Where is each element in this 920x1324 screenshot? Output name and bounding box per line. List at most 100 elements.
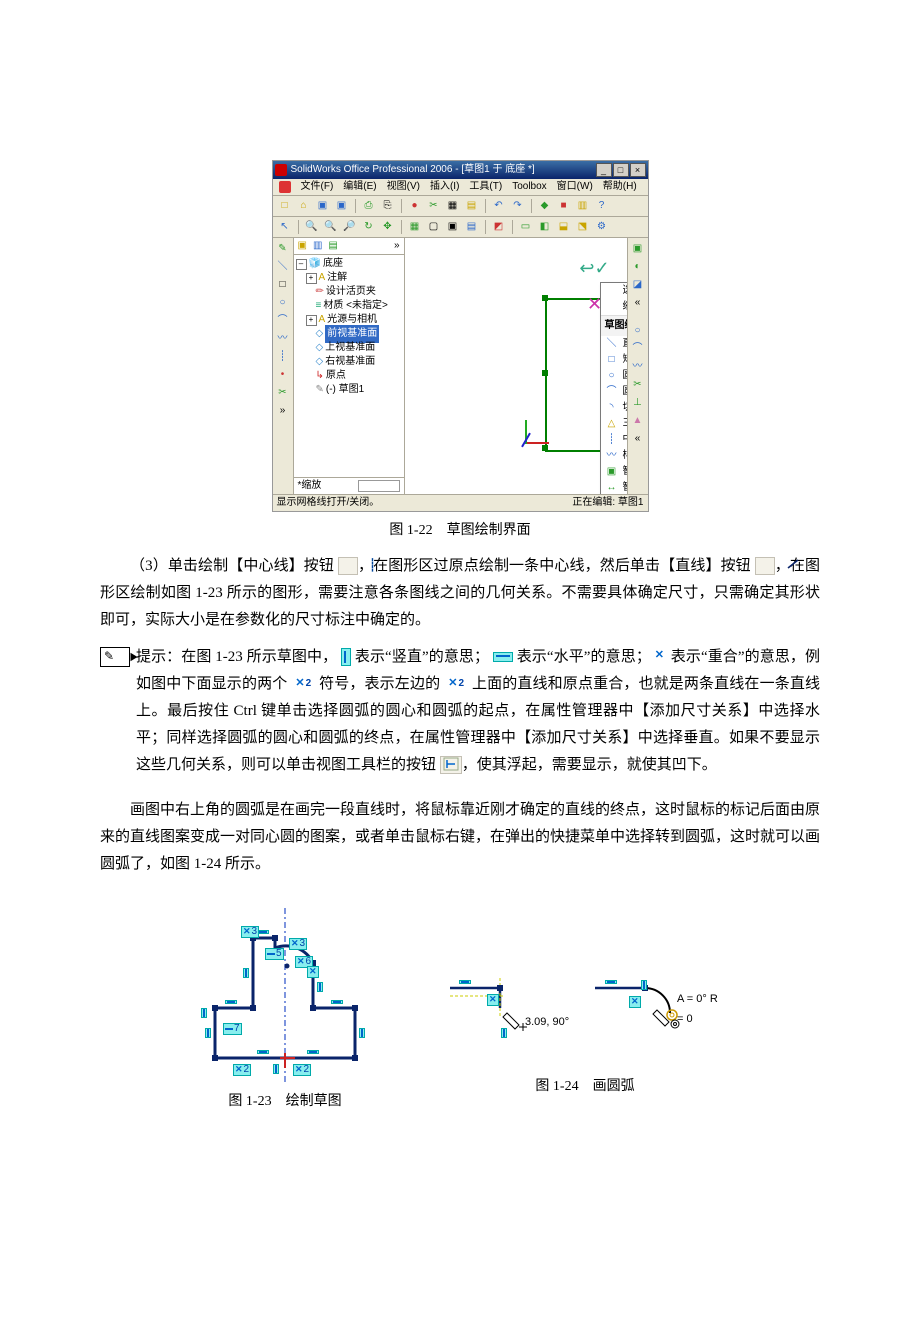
tab-feature-icon[interactable]: ▣ [298, 237, 307, 255]
figure-1-24-col: 3.09, 90° A = 0° R = 0 图 1-24 画圆弧 [445, 908, 725, 1124]
ctx-tangent-arc[interactable]: ◝切线弧(I) [601, 400, 627, 416]
rect-icon[interactable]: □ [276, 278, 290, 292]
more-icon[interactable]: » [276, 404, 290, 418]
ctx-circle[interactable]: ○圆(C) [601, 368, 627, 384]
arc-icon[interactable]: ⌒ [276, 314, 290, 328]
tab-expand-icon[interactable]: » [394, 237, 400, 255]
stop-icon[interactable]: ■ [556, 198, 572, 214]
view-normal-icon[interactable]: ⬓ [556, 219, 572, 235]
redo-icon[interactable]: ↷ [510, 198, 526, 214]
wire-icon[interactable]: ▦ [407, 219, 423, 235]
r-more-icon[interactable]: « [631, 296, 645, 310]
menu-insert[interactable]: 插入(I) [430, 178, 459, 196]
menu-help[interactable]: 帮助(H) [603, 178, 637, 196]
ctx-rect[interactable]: □矩形 [601, 352, 627, 368]
coincident2-symbol-icon [291, 677, 315, 691]
tab-prop-icon[interactable]: ▤ [328, 237, 337, 255]
r-more2-icon[interactable]: « [631, 432, 645, 446]
tree-sketch1[interactable]: (-) 草图1 [326, 381, 364, 399]
close-button[interactable]: × [630, 163, 646, 177]
tip-1e: 符号，表示左边的 [315, 676, 440, 692]
filter-input[interactable] [358, 480, 400, 492]
ctx-line[interactable]: ＼直线(L) [601, 336, 627, 352]
ref-icon[interactable]: ◆ [537, 198, 553, 214]
r-circle-icon[interactable]: ○ [631, 324, 645, 338]
ctx-smart-ent[interactable]: ▣智能实体(N) [601, 464, 627, 480]
ctx-zoom[interactable]: 缩放/平移/旋转▸ [601, 299, 627, 315]
shadow-icon[interactable]: ▤ [464, 219, 480, 235]
zoom-in-icon[interactable]: 🔎 [342, 219, 358, 235]
minimize-button[interactable]: _ [596, 163, 612, 177]
menu-view[interactable]: 视图(V) [387, 178, 420, 196]
node-tl[interactable] [542, 295, 548, 301]
cut-icon[interactable]: ✂ [426, 198, 442, 214]
circle-icon[interactable]: ○ [276, 296, 290, 310]
ctx-3pt-arc[interactable]: △三点圆弧 [601, 416, 627, 432]
tip-label: 提示： [136, 649, 181, 665]
select-icon[interactable]: ↖ [277, 219, 293, 235]
ctx-select-other[interactable]: 选择其它 (C) [601, 283, 627, 299]
maximize-button[interactable]: □ [613, 163, 629, 177]
horizontal-symbol-icon [493, 652, 513, 662]
centerline-icon[interactable]: ┊ [276, 350, 290, 364]
new-icon[interactable]: □ [277, 198, 293, 214]
node-ml[interactable] [542, 370, 548, 376]
help-icon[interactable]: ? [594, 198, 610, 214]
r-revolve-icon[interactable]: ◐ [631, 260, 645, 274]
menu-edit[interactable]: 编辑(E) [343, 178, 376, 196]
menu-window[interactable]: 窗口(W) [557, 178, 593, 196]
hlr-icon[interactable]: ▢ [426, 219, 442, 235]
r-extrude-icon[interactable]: ▣ [631, 242, 645, 256]
saveall-icon[interactable]: ▣ [334, 198, 350, 214]
menu-file[interactable]: 文件(F) [301, 178, 334, 196]
rotate-icon[interactable]: ↻ [361, 219, 377, 235]
print-icon[interactable]: ⎙ [361, 198, 377, 214]
ctx-arc-csf[interactable]: ⌒圆心/起/终点画弧(A) [601, 384, 627, 400]
graphics-area[interactable]: ↩✓ ✕ 选择其它 (C) 缩放/平移/旋转▸ 草图绘制实体 ＼直线(L) □矩… [405, 238, 627, 494]
zoom-fit-icon[interactable]: 🔍 [304, 219, 320, 235]
pan-icon[interactable]: ✥ [380, 219, 396, 235]
line-icon[interactable]: ＼ [276, 260, 290, 274]
app-icon [275, 164, 287, 176]
context-menu: 选择其它 (C) 缩放/平移/旋转▸ 草图绘制实体 ＼直线(L) □矩形 ○圆(… [600, 282, 627, 494]
r-arc-icon[interactable]: ⌒ [631, 342, 645, 356]
view-icon[interactable]: ⬔ [575, 219, 591, 235]
zoom-area-icon[interactable]: 🔍 [323, 219, 339, 235]
menu-tools[interactable]: 工具(T) [469, 178, 502, 196]
catalog-icon[interactable]: ▥ [575, 198, 591, 214]
figure-1-23: 3 5 3 6 7 2 2 [195, 908, 375, 1083]
point-icon[interactable]: • [276, 368, 290, 382]
caption-1-24: 图 1-24 画圆弧 [535, 1074, 634, 1099]
save-icon[interactable]: ▣ [315, 198, 331, 214]
window-title: SolidWorks Office Professional 2006 - [草… [291, 161, 535, 179]
view-front-icon[interactable]: ▭ [518, 219, 534, 235]
view-iso-icon[interactable]: ◧ [537, 219, 553, 235]
solidworks-screenshot: SolidWorks Office Professional 2006 - [草… [272, 160, 649, 512]
r-rel-icon[interactable]: ⊥ [631, 396, 645, 410]
sketch-icon[interactable]: ✎ [276, 242, 290, 256]
ctx-smart-dim[interactable]: ↔智能尺寸(D) [601, 480, 627, 494]
ctx-centerline[interactable]: ┊中心线(L) [601, 432, 627, 448]
paste-icon[interactable]: ▤ [464, 198, 480, 214]
rebuild-icon[interactable]: ● [407, 198, 423, 214]
r-cut-icon[interactable]: ◪ [631, 278, 645, 292]
shaded-icon[interactable]: ▣ [445, 219, 461, 235]
figure-1-24: 3.09, 90° A = 0° R = 0 [445, 958, 725, 1068]
menu-toolbox[interactable]: Toolbox [512, 178, 546, 196]
node-bl[interactable] [542, 445, 548, 451]
open-icon[interactable]: ⌂ [296, 198, 312, 214]
trim-icon[interactable]: ✂ [276, 386, 290, 400]
section-icon[interactable]: ◩ [491, 219, 507, 235]
tool-icon[interactable]: ⚙ [594, 219, 610, 235]
copy-icon[interactable]: ▦ [445, 198, 461, 214]
tab-config-icon[interactable]: ▥ [313, 237, 322, 255]
r-tri-icon[interactable]: ▲ [631, 414, 645, 428]
r-spline-icon[interactable]: 〰 [631, 360, 645, 374]
line-button-icon [755, 557, 775, 575]
undo-icon[interactable]: ↶ [491, 198, 507, 214]
r-trim-icon[interactable]: ✂ [631, 378, 645, 392]
confirm-ok-icon[interactable]: ↩✓ [579, 252, 609, 284]
ctx-spline[interactable]: 〰样条曲线(S) [601, 448, 627, 464]
preview-icon[interactable]: ⎘ [380, 198, 396, 214]
spline-icon[interactable]: 〰 [276, 332, 290, 346]
